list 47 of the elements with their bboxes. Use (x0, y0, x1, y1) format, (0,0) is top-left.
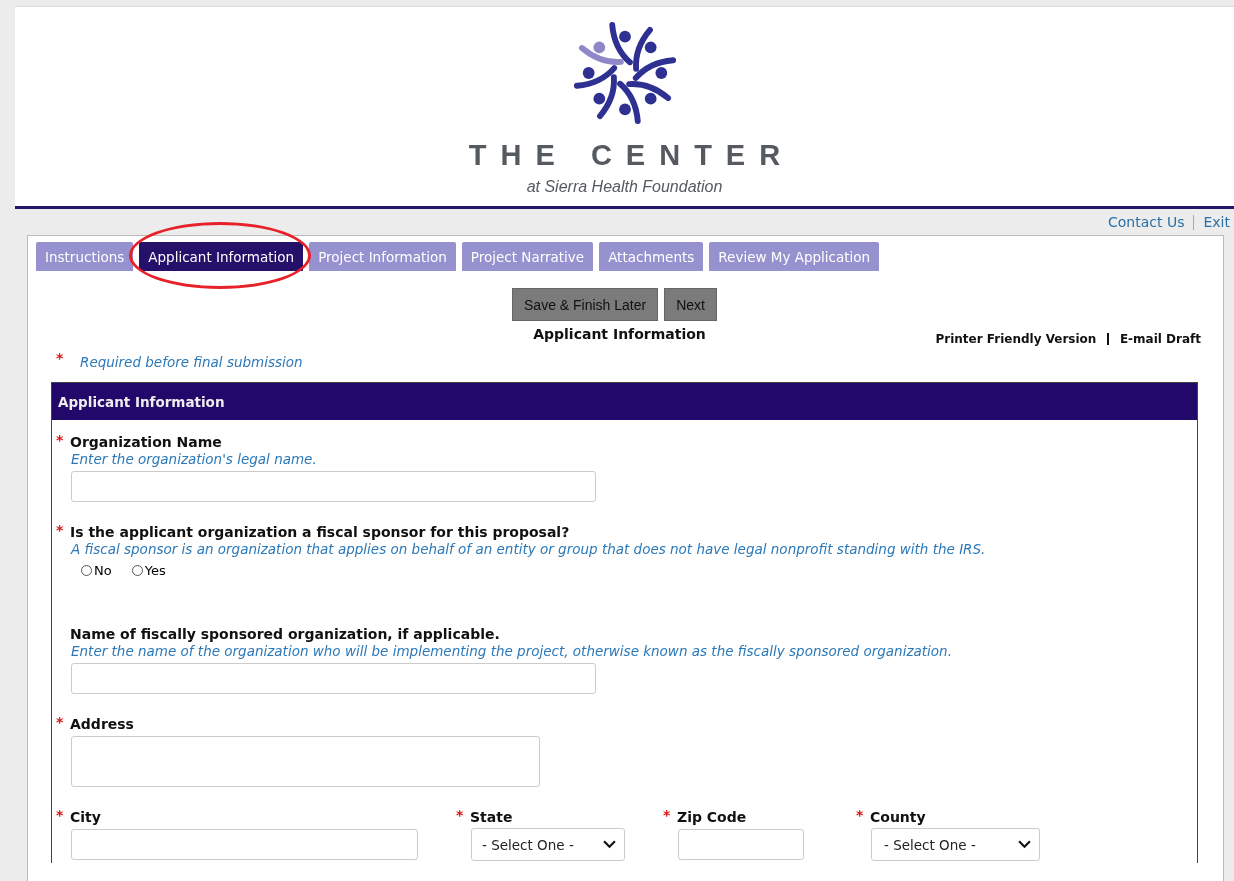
required-mark: * (456, 809, 465, 821)
field-label: Name of fiscally sponsored organization, if applicable. (70, 626, 500, 642)
field-label: Address (70, 716, 134, 732)
section-header: Applicant Information (52, 383, 1197, 420)
field-label: Is the applicant organization a fiscal sponsor for this proposal? (70, 524, 570, 540)
option-label: Yes (144, 563, 166, 578)
tab[interactable]: Project Information (309, 242, 456, 271)
dropdown[interactable]: - Select One - (871, 828, 1040, 861)
field-label: Zip Code (677, 809, 747, 825)
field-label: Organization Name (70, 434, 222, 450)
required-mark: * (56, 809, 65, 821)
field-hint: Enter the organization's legal name. (71, 451, 318, 467)
action-button[interactable]: Next (664, 288, 717, 321)
dropdown[interactable]: - Select One - (471, 828, 625, 861)
tab[interactable]: Review My Application (709, 242, 880, 271)
field-hint: Enter the name of the organization who will be implementing the project, otherwise known as the fiscally sponsored organization. (71, 643, 953, 659)
brand-title: THE CENTER (468, 139, 795, 172)
page-link[interactable]: Printer Friendly Version (935, 332, 1097, 346)
required-note: Required before final submission (80, 354, 303, 370)
field-label: County (870, 809, 926, 825)
tab[interactable]: Applicant Information (139, 242, 304, 271)
field-hint: A fiscal sponsor is an organization that applies on behalf of an entity or group that does not have legal nonprofit standing with the IRS. (71, 541, 987, 557)
page-link[interactable]: E-mail Draft (1119, 332, 1201, 346)
tab[interactable]: Attachments (599, 242, 704, 271)
input-field[interactable] (71, 829, 418, 860)
required-mark: * (663, 809, 672, 821)
option-label: No (94, 563, 112, 578)
required-mark: * (56, 434, 65, 446)
input-field[interactable] (678, 829, 804, 860)
page-title: Applicant Information (533, 326, 706, 344)
required-mark: * (856, 809, 865, 821)
required-mark: * (56, 352, 65, 364)
brand-tagline: at Sierra Health Foundation (526, 178, 723, 196)
nav-link[interactable]: Contact Us (1108, 214, 1185, 230)
required-mark: * (56, 524, 65, 536)
field-label: State (470, 809, 513, 825)
tab[interactable]: Project Narrative (461, 242, 594, 271)
nav-link[interactable]: Exit (1203, 214, 1230, 230)
required-mark: * (56, 716, 65, 728)
chevron-icon (1018, 840, 1031, 849)
tab[interactable]: Instructions (36, 242, 134, 271)
input-field[interactable] (71, 471, 596, 502)
action-button[interactable]: Save & Finish Later (512, 288, 659, 321)
field-label: City (70, 809, 101, 825)
input-field[interactable] (71, 736, 540, 787)
input-field[interactable] (71, 663, 596, 694)
chevron-icon (603, 840, 616, 849)
